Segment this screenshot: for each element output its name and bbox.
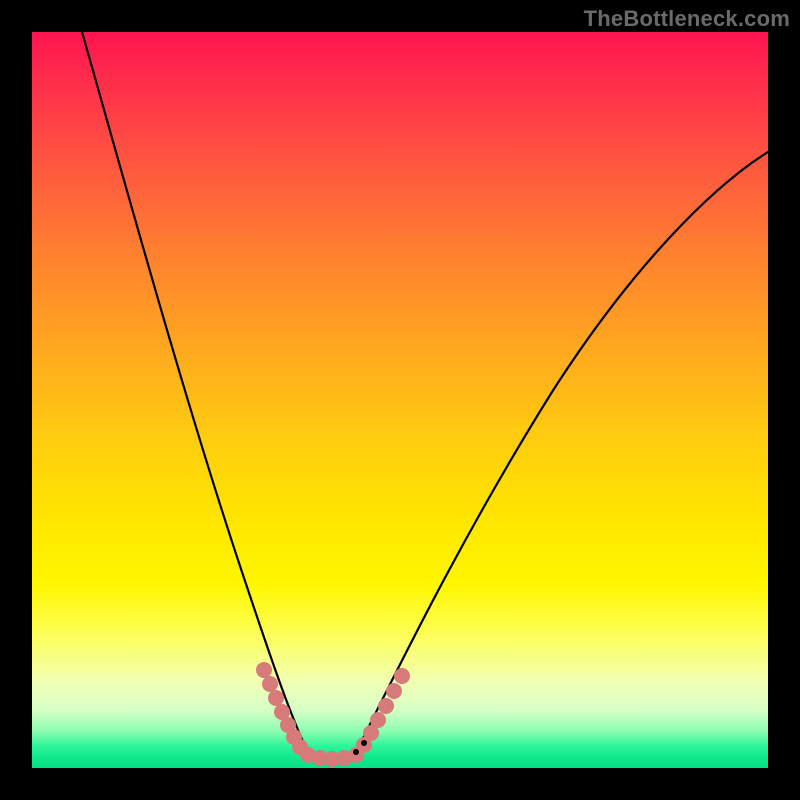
left-curve-path xyxy=(82,32,308,752)
black-dot-1 xyxy=(353,749,359,755)
chart-frame: TheBottleneck.com xyxy=(0,0,800,800)
right-curve-path xyxy=(356,152,768,752)
curve-overlay xyxy=(32,32,768,768)
black-dot-2 xyxy=(361,740,367,746)
pink-marker-left-group xyxy=(256,662,308,755)
plot-area xyxy=(32,32,768,768)
watermark-text: TheBottleneck.com xyxy=(584,6,790,32)
